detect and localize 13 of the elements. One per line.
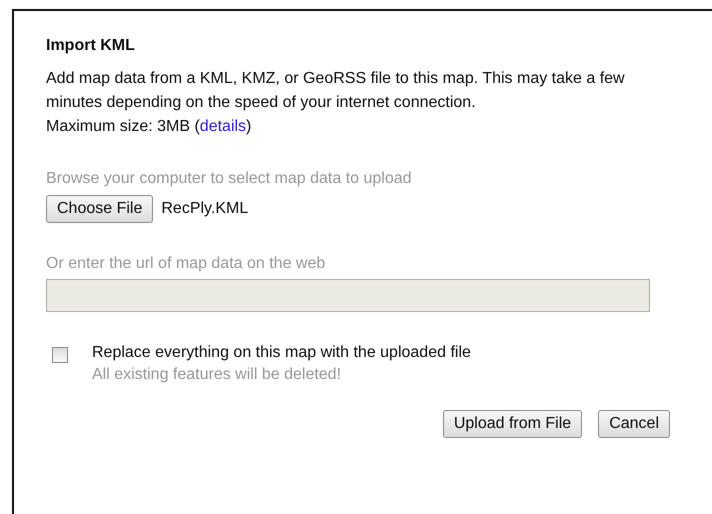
description-text: Add map data from a KML, KMZ, or GeoRSS file to this map. This may take a few minutes depending on the speed of your internet connection. [46,69,626,113]
max-size-text: Maximum size: 3MB (details) [46,117,252,137]
replace-label: Replace everything on this map with the uploaded file [92,343,471,363]
upload-button[interactable]: Upload from File [442,410,582,438]
browse-label: Browse your computer to select map data to upload [46,170,413,188]
checkbox[interactable] [52,347,68,363]
details-link[interactable]: details [200,118,246,135]
cancel-button[interactable]: Cancel [598,410,670,438]
file-name: RecPly.KML [161,200,248,218]
url-label: Or enter the url of map data on the web [46,255,326,273]
warning-text: All existing features will be deleted! [92,365,342,385]
choose-file-button[interactable]: Choose File [46,195,154,223]
dialog-title: Import KML [46,37,136,55]
